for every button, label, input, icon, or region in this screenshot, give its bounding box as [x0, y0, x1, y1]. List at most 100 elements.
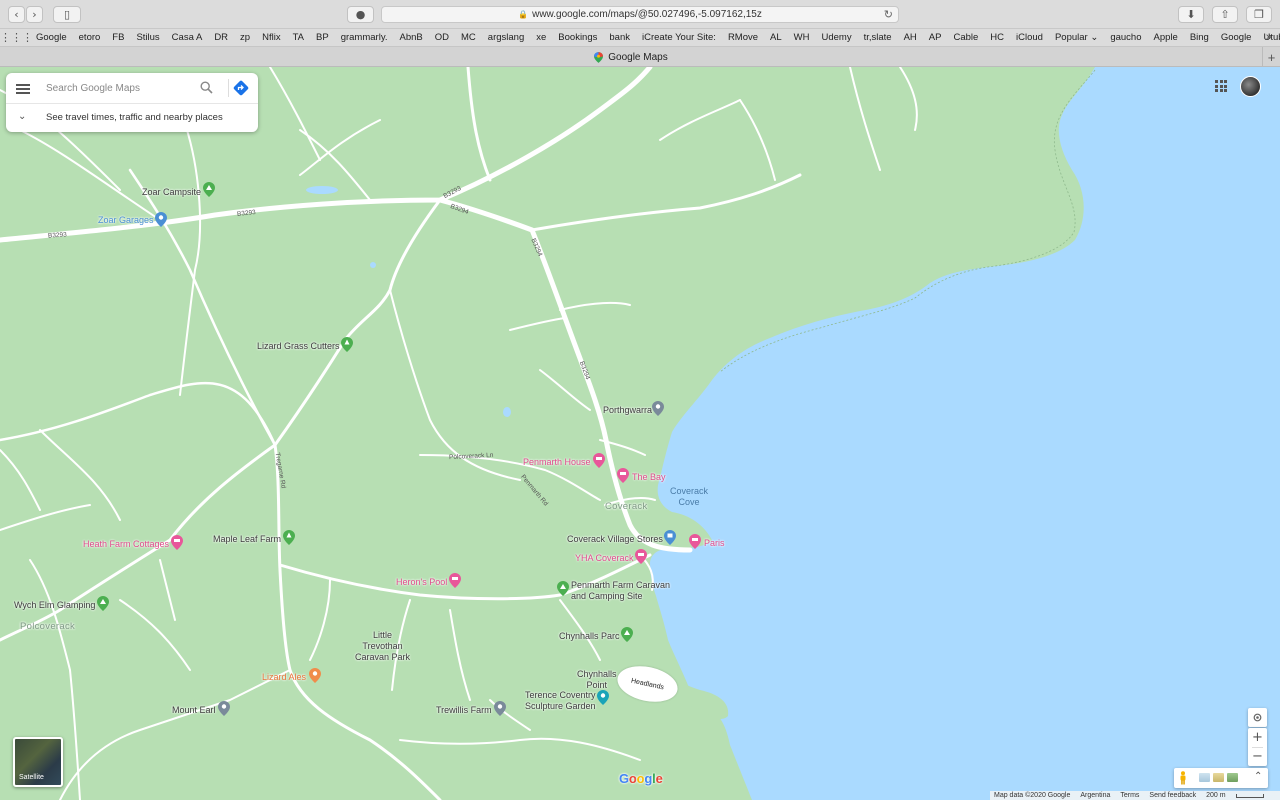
hotel-pin-icon[interactable]: [617, 468, 629, 483]
place-label[interactable]: YHA Coverack: [575, 553, 634, 564]
place-label[interactable]: Terence Coventry Sculpture Garden: [525, 690, 596, 712]
campsite-pin-icon[interactable]: [203, 182, 215, 197]
place-label[interactable]: Wych Elm Glamping: [14, 600, 95, 611]
downloads-button[interactable]: ⬇: [1178, 6, 1204, 23]
layer-thumb-traffic[interactable]: [1227, 773, 1238, 782]
bookmark-item[interactable]: tr,slate: [858, 32, 898, 43]
tab-google-maps[interactable]: Google Maps: [0, 47, 1262, 67]
expand-layers-icon[interactable]: ⌃: [1254, 771, 1262, 782]
bookmark-item[interactable]: grammarly.: [335, 32, 394, 43]
bookmark-item[interactable]: WH: [788, 32, 816, 43]
place-label[interactable]: Mount Earl: [172, 705, 216, 716]
place-label[interactable]: Lizard Ales: [262, 672, 306, 683]
bookmark-item[interactable]: Nflix: [256, 32, 286, 43]
bookmarks-grid-icon[interactable]: ⋮⋮⋮: [0, 31, 33, 44]
bookmark-item[interactable]: BP: [310, 32, 335, 43]
reload-icon[interactable]: ↻: [884, 8, 893, 21]
place-label[interactable]: Heron's Pool: [396, 577, 447, 588]
chevron-down-icon[interactable]: ⌄: [18, 111, 26, 122]
place-label[interactable]: Coverack Village Stores: [567, 534, 663, 545]
search-icon[interactable]: [200, 81, 213, 94]
bookmark-item[interactable]: argslang: [482, 32, 530, 43]
store-pin-icon[interactable]: [664, 530, 676, 545]
bookmark-item[interactable]: FB: [106, 32, 130, 43]
town-label[interactable]: Coverack: [605, 501, 648, 512]
bookmark-item[interactable]: RMove: [722, 32, 764, 43]
new-tab-button[interactable]: +: [1262, 47, 1280, 67]
terms-link[interactable]: Terms: [1120, 792, 1139, 799]
park-pin-icon[interactable]: [283, 530, 295, 545]
campsite-pin-icon[interactable]: [97, 596, 109, 611]
town-label[interactable]: Polcoverack: [20, 621, 75, 632]
search-input[interactable]: [46, 79, 196, 97]
place-label[interactable]: Little Trevothan Caravan Park: [355, 630, 410, 663]
bookmark-item[interactable]: AP: [923, 32, 948, 43]
place-label[interactable]: Penmarth House: [523, 457, 591, 468]
place-label[interactable]: Heath Farm Cottages: [83, 539, 169, 550]
bookmark-item[interactable]: bank: [603, 32, 636, 43]
bookmark-item[interactable]: Bookings: [552, 32, 603, 43]
bookmark-item[interactable]: Google: [30, 32, 73, 43]
hotel-pin-icon[interactable]: [689, 534, 701, 549]
bookmark-item[interactable]: Stilus: [130, 32, 165, 43]
send-feedback-link[interactable]: Send feedback: [1149, 792, 1196, 799]
pegman-icon[interactable]: [1179, 771, 1187, 785]
menu-icon[interactable]: [16, 82, 30, 96]
forward-button[interactable]: ›: [26, 6, 43, 23]
place-label[interactable]: Zoar Garages: [98, 215, 154, 226]
layer-thumb-transit[interactable]: [1213, 773, 1224, 782]
place-label[interactable]: The Bay: [632, 472, 666, 483]
bookmark-item[interactable]: MC: [455, 32, 482, 43]
hotel-pin-icon[interactable]: [593, 453, 605, 468]
sidebar-toggle-button[interactable]: ▯: [53, 6, 81, 23]
bookmark-item[interactable]: gaucho: [1104, 32, 1147, 43]
place-label[interactable]: Penmarth Farm Caravan and Camping Site: [571, 580, 670, 602]
my-location-button[interactable]: [1248, 708, 1267, 727]
garden-pin-icon[interactable]: [597, 690, 609, 705]
place-label[interactable]: Porthgwarra: [603, 405, 652, 416]
place-label[interactable]: Zoar Campsite: [142, 187, 201, 198]
brewery-pin-icon[interactable]: [309, 668, 321, 683]
region-link[interactable]: Argentina: [1080, 792, 1110, 799]
shop-pin-icon[interactable]: [155, 212, 167, 227]
bookmark-item[interactable]: Google: [1215, 32, 1258, 43]
bookmark-item[interactable]: iCreate Your Site:: [636, 32, 722, 43]
bookmark-item[interactable]: AH: [898, 32, 923, 43]
place-label[interactable]: Chynhalls Point: [577, 669, 617, 691]
bookmark-item[interactable]: Udemy: [815, 32, 857, 43]
bookmark-folder-popular[interactable]: Popular ⌄: [1049, 32, 1104, 43]
bookmark-item[interactable]: zp: [234, 32, 256, 43]
bookmark-item[interactable]: Casa A: [166, 32, 209, 43]
map-canvas[interactable]: B3293 B3293 B3293 B3294 B3294 B3294 Polc…: [0, 67, 1280, 800]
travel-times-hint[interactable]: See travel times, traffic and nearby pla…: [46, 112, 223, 123]
campsite-pin-icon[interactable]: [621, 627, 633, 642]
hotel-pin-icon[interactable]: [635, 549, 647, 564]
place-label[interactable]: Maple Leaf Farm: [213, 534, 281, 545]
bookmark-item[interactable]: iCloud: [1010, 32, 1049, 43]
tabs-overview-button[interactable]: ❐: [1246, 6, 1272, 23]
bookmark-item[interactable]: HC: [984, 32, 1010, 43]
bookmark-item[interactable]: etoro: [73, 32, 107, 43]
site-settings-button[interactable]: ●: [347, 6, 374, 23]
landmark-pin-icon[interactable]: [494, 701, 506, 716]
bookmark-item[interactable]: AbnB: [394, 32, 429, 43]
bookmark-item[interactable]: AL: [764, 32, 788, 43]
satellite-toggle[interactable]: Satellite: [13, 737, 63, 787]
layer-thumb-terrain[interactable]: [1199, 773, 1210, 782]
back-button[interactable]: ‹: [8, 6, 25, 23]
place-label[interactable]: Paris: [704, 538, 725, 549]
place-label[interactable]: Trewillis Farm: [436, 705, 492, 716]
campsite-pin-icon[interactable]: [557, 581, 569, 596]
hotel-pin-icon[interactable]: [449, 573, 461, 588]
bookmark-item[interactable]: OD: [429, 32, 455, 43]
google-apps-icon[interactable]: [1215, 80, 1227, 92]
bookmark-item[interactable]: DR: [208, 32, 234, 43]
account-avatar[interactable]: [1240, 76, 1261, 97]
landmark-pin-icon[interactable]: [218, 701, 230, 716]
park-pin-icon[interactable]: [341, 337, 353, 352]
zoom-out-button[interactable]: −: [1248, 747, 1267, 766]
scale-label[interactable]: 200 m: [1206, 792, 1225, 799]
bookmark-item[interactable]: Cable: [947, 32, 984, 43]
bookmark-item[interactable]: xe: [530, 32, 552, 43]
bookmark-item[interactable]: TA: [287, 32, 310, 43]
